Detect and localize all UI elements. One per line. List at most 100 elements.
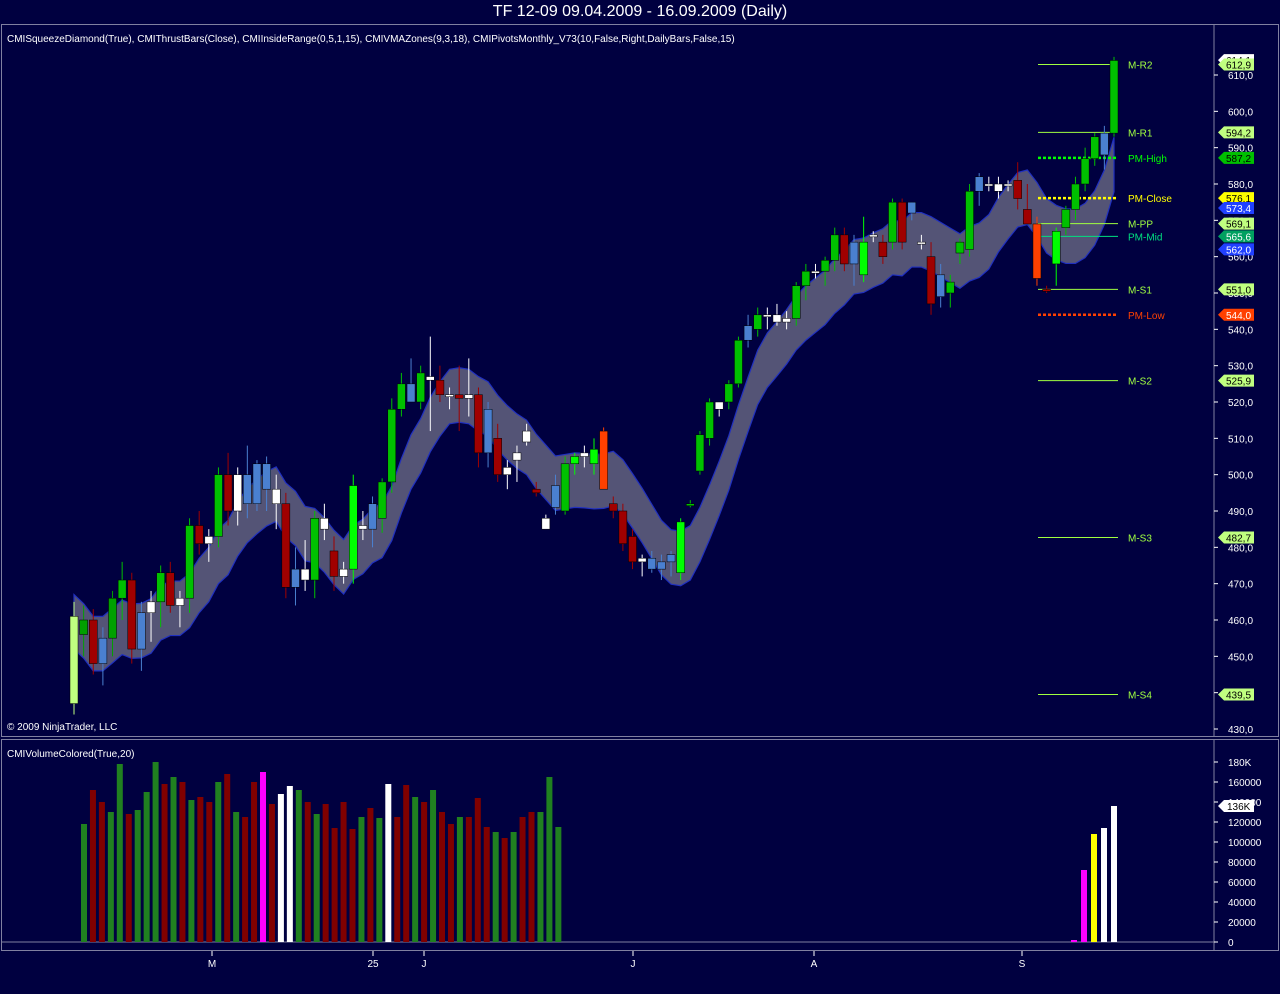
- candle-body: [156, 572, 165, 603]
- candle-body: [194, 525, 204, 544]
- volume-bar: [376, 818, 383, 942]
- candle-body: [1003, 183, 1013, 187]
- candle: [541, 514, 551, 530]
- volume-bar: [260, 772, 266, 942]
- candle-body: [676, 521, 685, 574]
- price-tag-label: 482,7: [1226, 534, 1251, 545]
- candle-body: [724, 383, 734, 403]
- candle-body: [1109, 60, 1119, 134]
- volume-chart[interactable]: 0200004000060000800001000001200001400001…: [2, 740, 1278, 950]
- price-tag-label: 565,6: [1226, 232, 1251, 243]
- volume-bar: [179, 782, 186, 942]
- pivot-label-m-s1: M-S1: [1128, 285, 1152, 296]
- candle: [743, 314, 753, 348]
- candle-body: [695, 434, 705, 472]
- candle: [897, 198, 907, 250]
- candle: [416, 365, 425, 410]
- candle: [281, 492, 291, 599]
- candle: [349, 474, 358, 584]
- candle-body: [888, 201, 897, 243]
- candle-body: [657, 561, 666, 570]
- candle: [1080, 147, 1090, 192]
- volume-bar: [555, 827, 562, 942]
- price-tag: 594,2: [1218, 126, 1254, 139]
- volume-bar: [268, 804, 275, 942]
- candle: [387, 398, 397, 493]
- candle: [974, 173, 984, 206]
- volume-bar: [456, 817, 463, 942]
- volume-bar: [421, 802, 428, 942]
- candle-body: [464, 394, 474, 399]
- price-tick-label: 610,0: [1228, 71, 1253, 82]
- candle: [214, 467, 223, 548]
- volume-bar: [510, 832, 517, 942]
- candle: [474, 387, 483, 468]
- volume-bar: [215, 782, 222, 942]
- volume-tick-label: 60000: [1228, 878, 1256, 889]
- volume-bar: [385, 784, 392, 942]
- candle-body: [897, 201, 907, 243]
- candle-body: [560, 463, 570, 512]
- price-chart[interactable]: 430,0440,0450,0460,0470,0480,0490,0500,0…: [2, 25, 1278, 736]
- candle-body: [907, 201, 917, 214]
- candle: [69, 601, 79, 715]
- price-panel[interactable]: 430,0440,0450,0460,0470,0480,0490,0500,0…: [1, 24, 1279, 737]
- price-tag-label: 573,4: [1226, 204, 1251, 215]
- candle-body: [1042, 289, 1051, 292]
- volume-panel[interactable]: 0200004000060000800001000001200001400001…: [1, 739, 1279, 951]
- candle-body: [503, 467, 512, 475]
- volume-bar: [492, 832, 499, 942]
- volume-tick-label: 100000: [1228, 838, 1262, 849]
- price-tag-label: 612,9: [1226, 60, 1251, 71]
- candle: [397, 372, 406, 417]
- indicators-label: CMISqueezeDiamond(True), CMIThrustBars(C…: [7, 34, 735, 45]
- candle-body: [589, 448, 599, 465]
- candle-body: [599, 430, 608, 490]
- candle-body: [262, 463, 271, 490]
- candle: [686, 500, 695, 508]
- price-tick-label: 600,0: [1228, 107, 1253, 118]
- price-tick-label: 460,0: [1228, 616, 1253, 627]
- volume-bar: [537, 812, 544, 942]
- volume-bar: [322, 804, 329, 942]
- candle: [628, 529, 637, 570]
- volume-tick-label: 40000: [1228, 898, 1256, 909]
- volume-bar: [340, 802, 347, 942]
- candle-body: [926, 256, 936, 305]
- candle-body: [936, 274, 945, 297]
- candle-body: [291, 568, 300, 588]
- volume-tick-label: 80000: [1228, 858, 1256, 869]
- candle-body: [859, 241, 868, 276]
- candle-body: [98, 637, 108, 664]
- price-tick-label: 500,0: [1228, 471, 1253, 482]
- candle: [705, 398, 714, 446]
- pivot-label-pm-mid: PM-Mid: [1128, 232, 1162, 243]
- volume-bar: [501, 838, 508, 942]
- candle-body: [965, 191, 974, 250]
- candle-body: [637, 557, 647, 563]
- candle: [618, 503, 628, 551]
- candle-body: [474, 394, 483, 454]
- volume-tick-label: 120000: [1228, 818, 1262, 829]
- candle-body: [628, 536, 637, 563]
- candle-body: [541, 518, 551, 530]
- candle: [965, 184, 974, 257]
- volume-bar: [233, 812, 240, 942]
- time-tick-label: A: [811, 959, 818, 970]
- candle-body: [878, 241, 888, 257]
- candle-body: [406, 383, 416, 403]
- candle-body: [974, 176, 984, 192]
- candle-body: [223, 474, 233, 512]
- candle-body: [271, 488, 281, 504]
- price-tag: 587,2: [1218, 151, 1254, 165]
- candle-body: [483, 409, 493, 454]
- time-tick-label: M: [208, 959, 216, 970]
- pivot-label-m-s4: M-S4: [1128, 690, 1152, 701]
- volume-bar: [107, 812, 114, 942]
- candle: [560, 456, 570, 515]
- volume-bar: [116, 764, 123, 942]
- price-tick-label: 480,0: [1228, 543, 1253, 554]
- pivot-label-pm-close: PM-Close: [1128, 194, 1172, 205]
- volume-bar: [143, 792, 150, 942]
- pivot-label-pm-low: PM-Low: [1128, 311, 1165, 322]
